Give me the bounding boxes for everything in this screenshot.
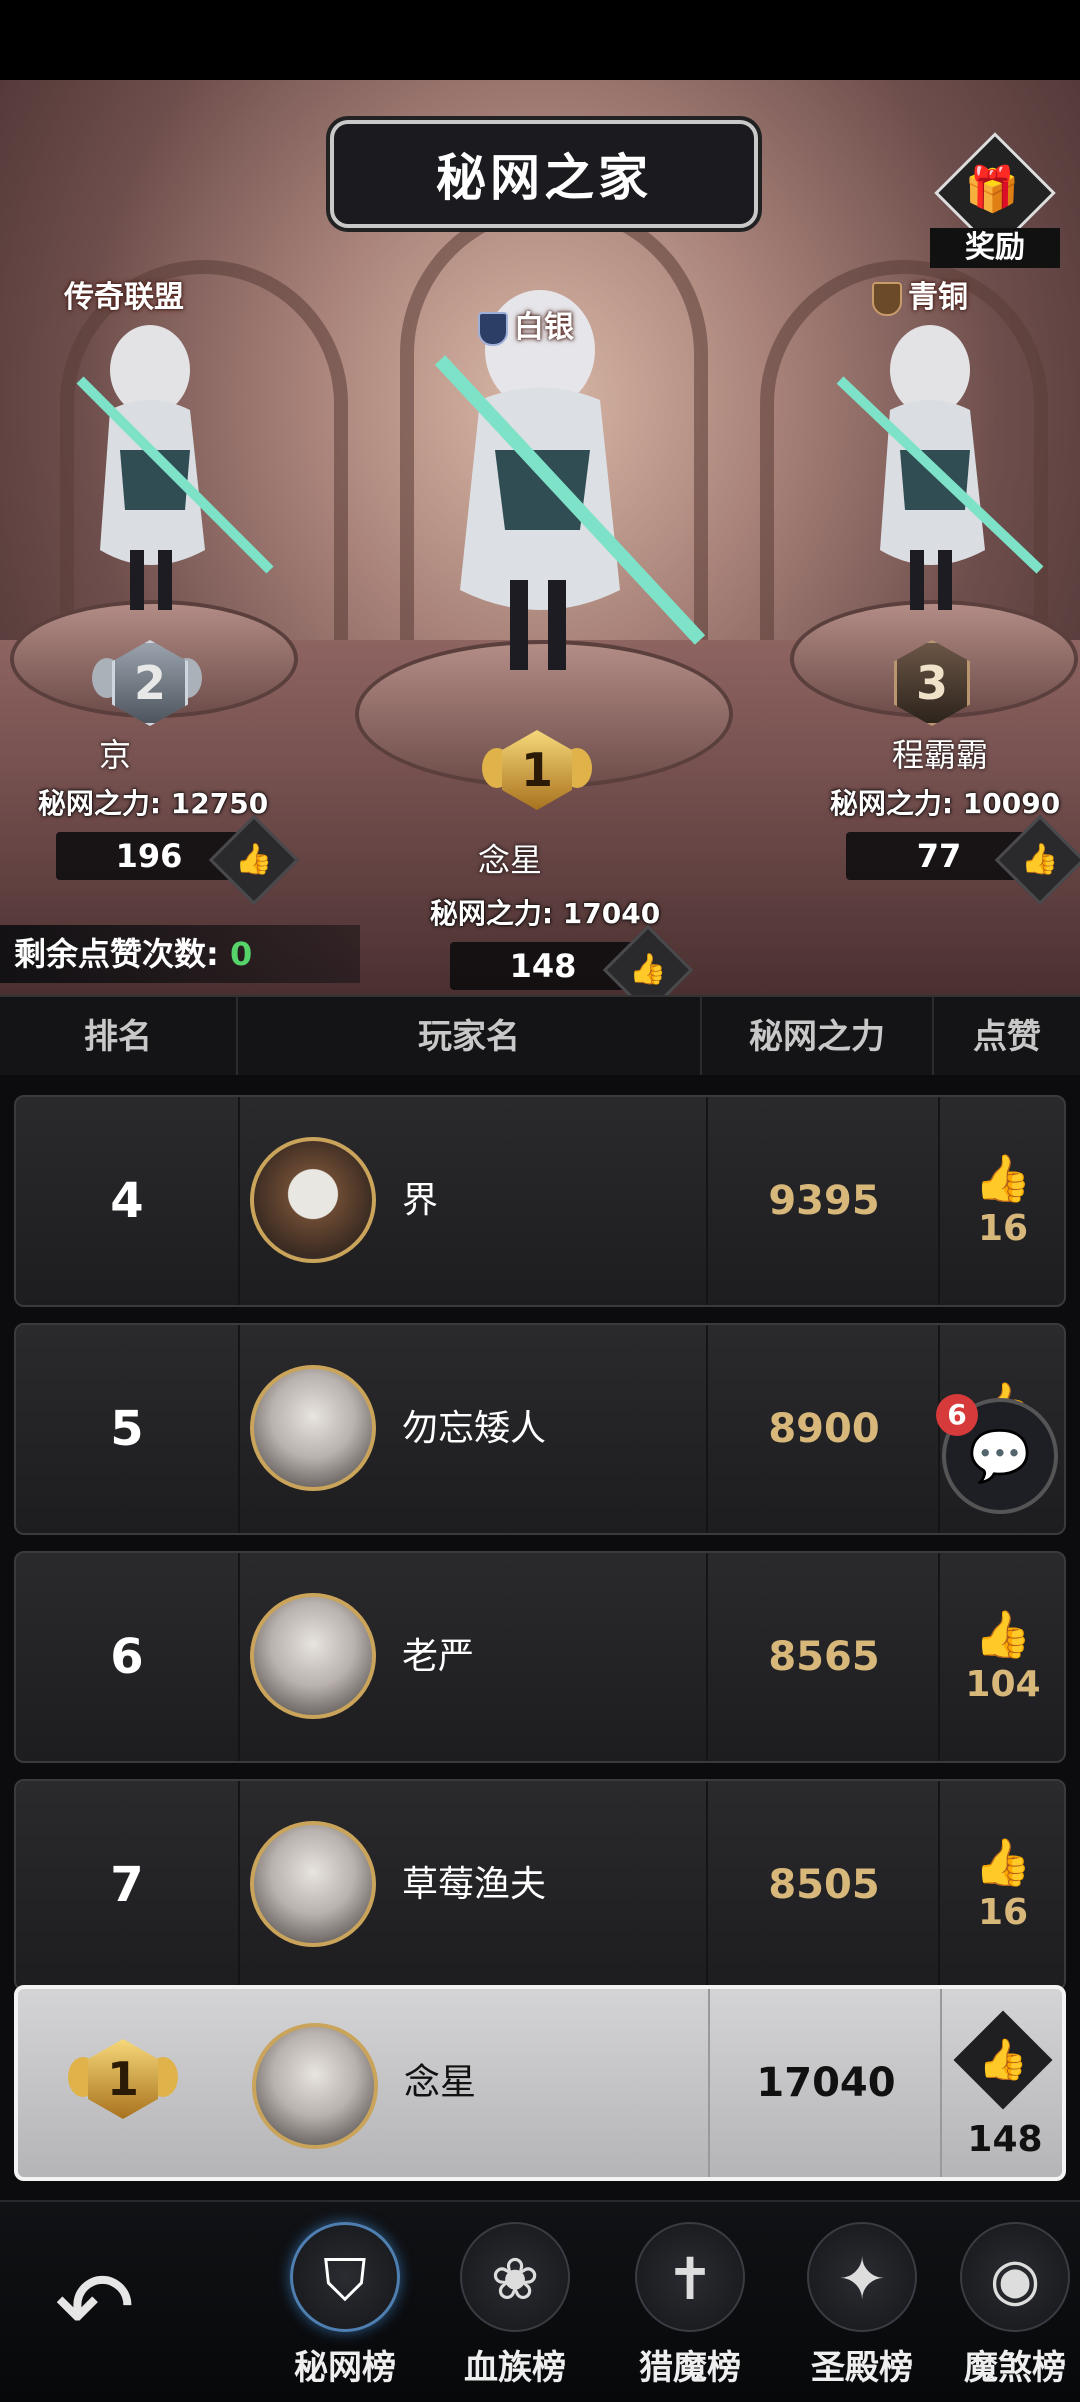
character-figure-second[interactable] — [40, 320, 280, 620]
row-rank: 5 — [16, 1325, 240, 1533]
bottom-nav: ↶ ⛉ 秘网榜 ❀ 血族榜 ✝ 猎魔榜 ✦ 圣殿榜 ◉ 魔煞榜 — [0, 2200, 1080, 2402]
table-row[interactable]: 4 界 9395 👍 16 — [14, 1095, 1066, 1307]
remaining-likes-value: 0 — [229, 935, 253, 973]
header-power: 秘网之力 — [702, 997, 934, 1077]
reward-button[interactable]: 🎁 奖励 — [930, 132, 1060, 270]
shield-icon — [478, 311, 508, 346]
back-button[interactable]: ↶ — [40, 2252, 150, 2362]
rose-icon: ❀ — [460, 2222, 570, 2332]
remaining-likes-label: 剩余点赞次数: — [14, 935, 219, 973]
self-row[interactable]: 1 念星 17040 👍 148 — [14, 1985, 1066, 2181]
row-like-count: 16 — [977, 1208, 1029, 1249]
tab-temple[interactable]: ✦ 圣殿榜 — [782, 2222, 942, 2402]
thumbs-up-icon: 👍 — [629, 952, 667, 987]
avatar[interactable] — [252, 2023, 378, 2149]
row-player-name: 老严 — [402, 1636, 475, 1677]
character-figure-third[interactable] — [810, 320, 1050, 620]
row-player-name: 草莓渔夫 — [402, 1864, 547, 1905]
rank-number: 1 — [502, 730, 572, 810]
page-title: 秘网之家 — [436, 149, 652, 207]
hood-icon: ⛉ — [290, 2222, 400, 2332]
self-player-name: 念星 — [404, 2062, 477, 2103]
reward-label: 奖励 — [930, 228, 1060, 268]
player-name-first: 念星 — [477, 841, 542, 879]
eye-icon: ◉ — [960, 2222, 1070, 2332]
tab-mystic-net[interactable]: ⛉ 秘网榜 — [265, 2222, 425, 2402]
tier-text-first: 白银 — [514, 310, 574, 345]
table-row[interactable]: 6 老严 8565 👍 104 — [14, 1551, 1066, 1763]
self-rank-badge: 1 — [68, 2039, 178, 2129]
ranking-list[interactable]: 4 界 9395 👍 16 5 勿忘矮人 8900 👍 6 老严 8565 👍 … — [0, 1075, 1080, 2200]
row-player-name: 界 — [402, 1180, 439, 1221]
page-title-plate: 秘网之家 — [330, 120, 758, 228]
row-rank: 4 — [16, 1097, 240, 1305]
chat-icon: 💬 — [968, 1427, 1032, 1485]
self-power: 17040 — [708, 1989, 942, 2177]
rank-number: 2 — [112, 640, 188, 726]
thumbs-up-icon: 👍 — [235, 842, 273, 877]
power-first: 秘网之力: 17040 — [429, 897, 661, 930]
row-power: 9395 — [706, 1097, 940, 1305]
thumbs-up-icon: 👍 — [974, 1607, 1032, 1661]
tier-label-first: 白银 — [478, 302, 574, 346]
tab-label: 血族榜 — [464, 2348, 566, 2388]
avatar[interactable] — [250, 1137, 376, 1263]
row-player-name: 勿忘矮人 — [402, 1408, 547, 1449]
power-second: 秘网之力: 12750 — [37, 787, 269, 820]
remaining-likes: 剩余点赞次数: 0 — [0, 925, 360, 983]
tier-label-third: 青铜 — [872, 272, 968, 316]
rank-number: 1 — [88, 2039, 158, 2119]
row-rank: 6 — [16, 1553, 240, 1761]
back-arrow-icon: ↶ — [54, 2251, 136, 2363]
thumbs-up-icon: 👍 — [978, 2037, 1028, 2083]
self-like-count: 148 — [967, 2119, 1043, 2160]
tab-label: 猎魔榜 — [639, 2348, 741, 2388]
rank-badge-first: 1 — [482, 730, 592, 820]
thumbs-up-icon: 👍 — [974, 1151, 1032, 1205]
cross-icon: ✝ — [635, 2222, 745, 2332]
tier-label-second: 传奇联盟 — [64, 280, 184, 315]
shield-icon — [872, 281, 902, 316]
tier-text-third: 青铜 — [908, 280, 968, 315]
avatar[interactable] — [250, 1365, 376, 1491]
header-likes: 点赞 — [973, 1017, 1041, 1057]
table-row[interactable]: 5 勿忘矮人 8900 👍 — [14, 1323, 1066, 1535]
table-row[interactable]: 7 草莓渔夫 8505 👍 16 — [14, 1779, 1066, 1991]
row-like-button[interactable]: 👍 16 — [938, 1097, 1066, 1305]
like-frame: 👍 — [953, 2010, 1053, 2110]
tab-demon-hunter[interactable]: ✝ 猎魔榜 — [610, 2222, 770, 2402]
avatar[interactable] — [250, 1593, 376, 1719]
wings-icon: ✦ — [807, 2222, 917, 2332]
rank-badge-second: 2 — [92, 640, 202, 730]
row-power: 8505 — [706, 1781, 940, 1989]
row-like-button[interactable]: 👍 16 — [938, 1781, 1066, 1989]
self-like-button[interactable]: 👍 148 — [940, 1989, 1068, 2177]
rank-number: 3 — [894, 640, 970, 726]
header-rank: 排名 — [0, 997, 238, 1077]
row-rank: 7 — [16, 1781, 240, 1989]
tab-label: 秘网榜 — [294, 2348, 396, 2388]
rank-badge-third: 3 — [874, 640, 984, 730]
chat-unread-badge: 6 — [936, 1394, 978, 1436]
row-power: 8565 — [706, 1553, 940, 1761]
header-player-name: 玩家名 — [238, 997, 702, 1077]
power-third: 秘网之力: 10090 — [829, 787, 1061, 820]
tab-label: 圣殿榜 — [811, 2348, 913, 2388]
row-like-count: 16 — [977, 1892, 1029, 1933]
player-name-second: 京 — [98, 736, 131, 774]
avatar[interactable] — [250, 1821, 376, 1947]
status-bar — [0, 0, 1080, 80]
thumbs-up-icon: 👍 — [974, 1835, 1032, 1889]
tab-fiend[interactable]: ◉ 魔煞榜 — [950, 2222, 1080, 2402]
row-power: 8900 — [706, 1325, 940, 1533]
table-header: 排名 玩家名 秘网之力 点赞 — [0, 995, 1080, 1079]
tab-vampire[interactable]: ❀ 血族榜 — [435, 2222, 595, 2402]
row-like-button[interactable]: 👍 104 — [938, 1553, 1066, 1761]
tab-label: 魔煞榜 — [964, 2348, 1066, 2388]
player-name-third: 程霸霸 — [891, 736, 988, 774]
row-like-count: 104 — [965, 1664, 1041, 1705]
thumbs-up-icon: 👍 — [1021, 842, 1059, 877]
gift-icon: 🎁 — [964, 164, 1020, 215]
